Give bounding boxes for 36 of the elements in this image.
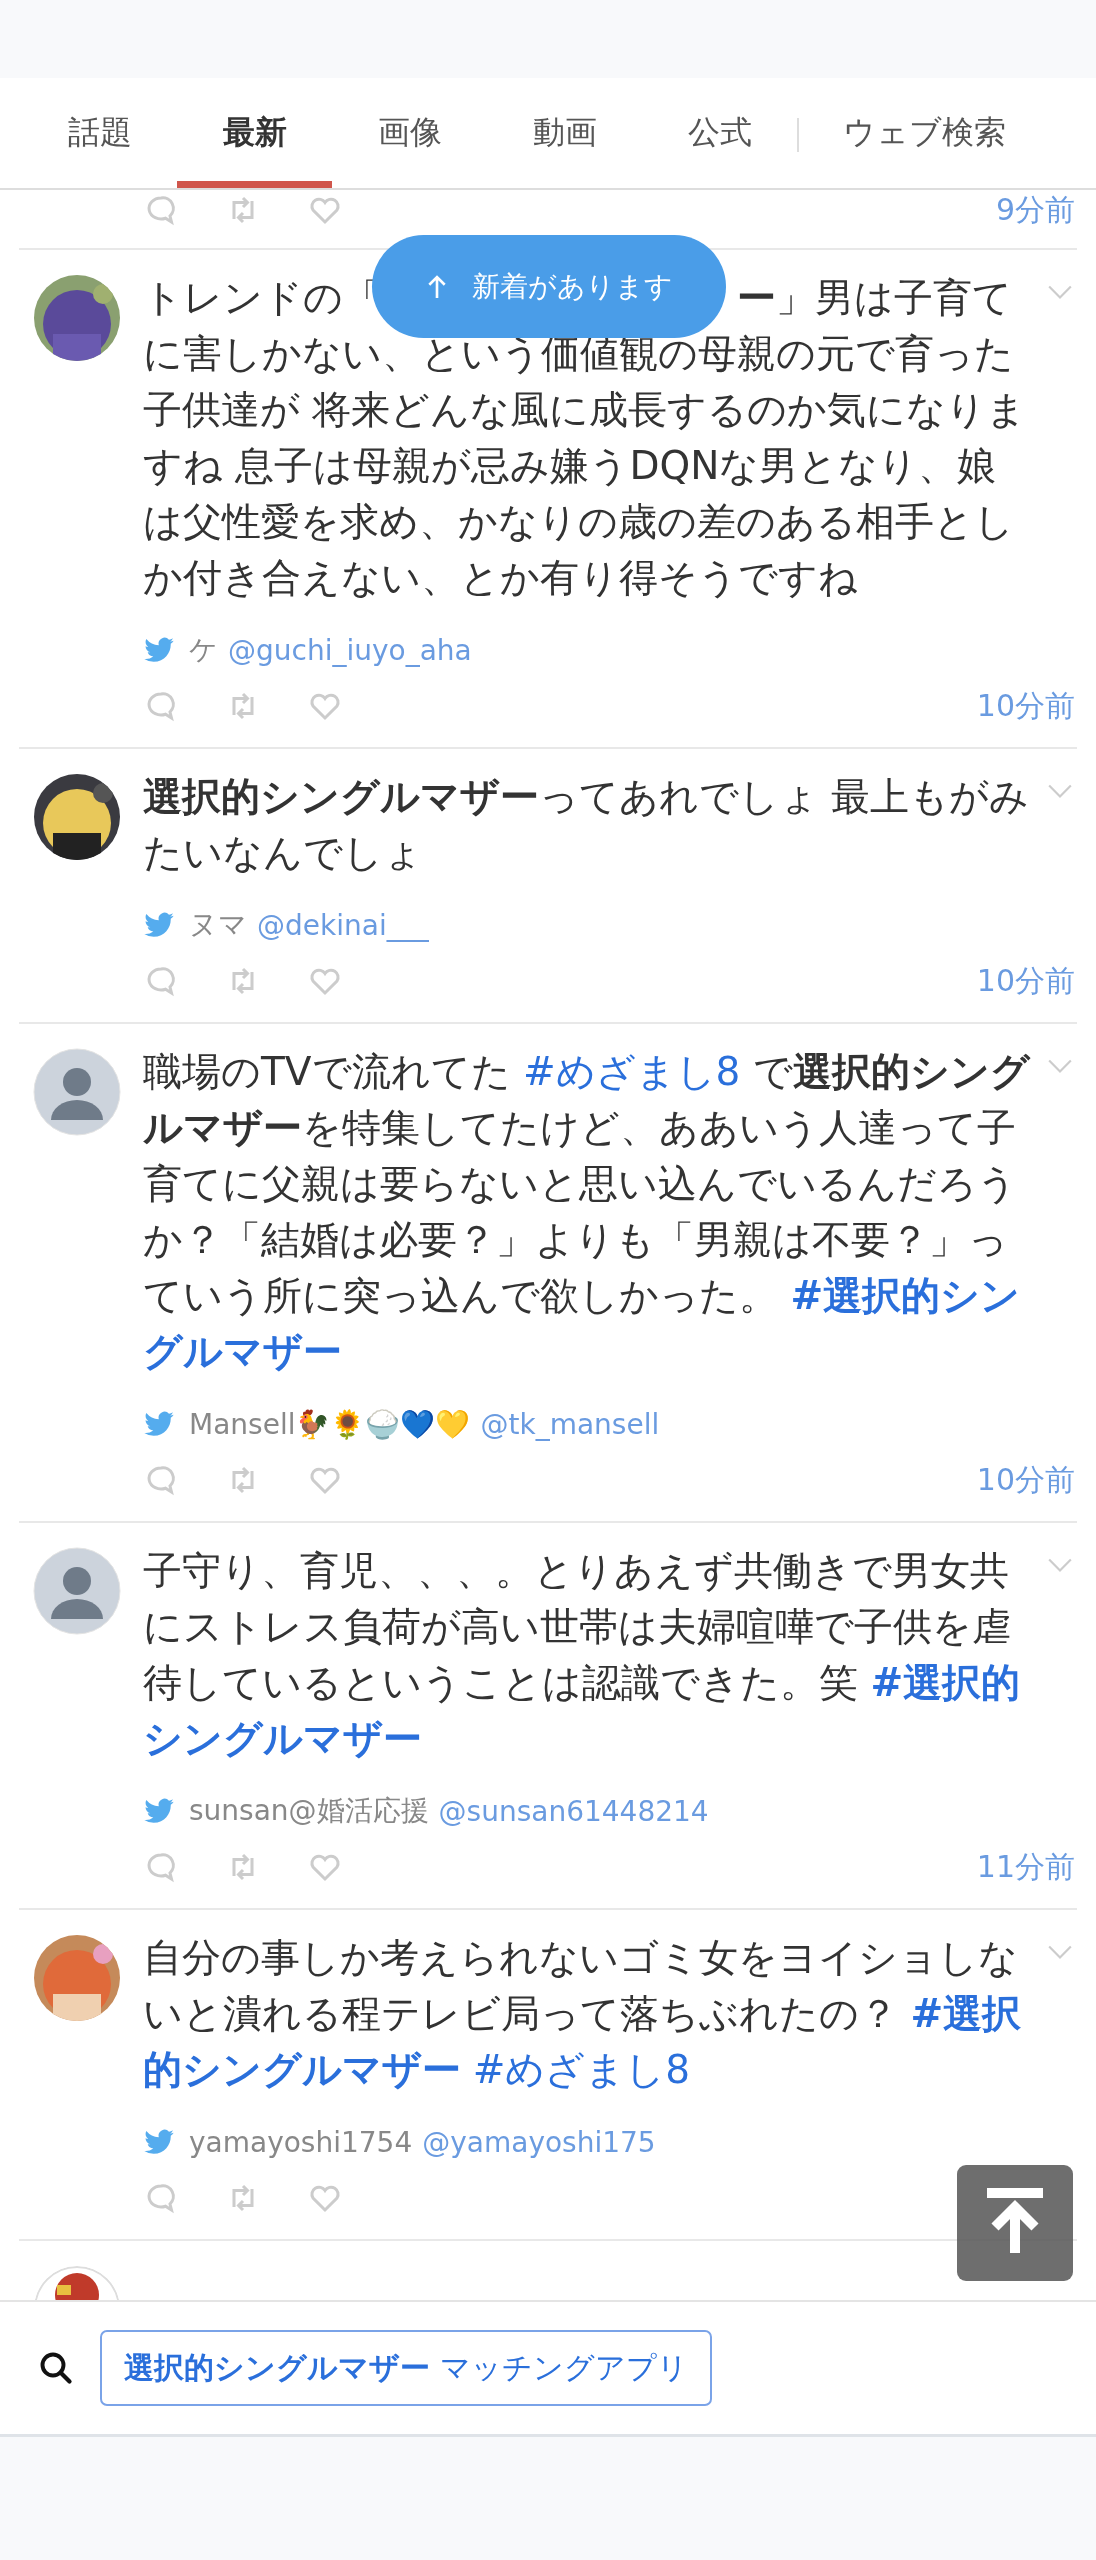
post-text: ー」男は子育て [737,274,1012,322]
search-icon[interactable] [38,2350,74,2386]
user-handle[interactable]: @dekinai___ [257,908,429,942]
tab[interactable]: 話題 [22,78,177,188]
chevron-down-icon[interactable] [1047,284,1073,300]
post-text: 職場のTVで流れてた #めざまし8 で選択的シングルマザーを特集してたけど、ああいう人達って子育てに父親は要らないと思い込んでいるんだろうか？「結婚は必要？」よりも「男親は不要？」っていう所に突っ込んで欲しかった。 #選択的シングルマザー [143,1048,1032,1376]
user-name: yamayoshi1754 [189,2125,413,2159]
tab[interactable]: 公式 [642,78,797,188]
post-text: 子守り、育児、、、。とりあえず共働きで男女共にストレス負荷が高い世帯は夫婦喧嘩で子供を虐待しているということは認識できた。笑 #選択的シングルマザー [143,1547,1022,1763]
user-handle[interactable]: @tk_mansell [480,1407,660,1441]
tab[interactable]: 最新 [177,78,332,188]
post-time[interactable]: 10分前 [976,685,1075,727]
user-name: sunsan@婚活応援 [189,1793,429,1829]
chevron-down-icon[interactable] [1047,783,1073,799]
post-time[interactable]: 10分前 [976,960,1075,1002]
post-text: 選択的シングルマザー ってあれでしょ 最上もがみたいなんでしょ [143,773,1031,877]
user-name: Mansell🐓🌻🍚💙💛 [189,1407,471,1441]
post-time[interactable]: 10分前 [976,1459,1075,1501]
user-name: ヌマ [189,907,247,943]
post-text: 自分の事しか考えられないゴミ女をヨイショしないと潰れる程テレビ局って落ちぶれたの？ #選択的シングルマザー #めざまし8 [143,1934,1023,2094]
post-time[interactable]: 11分前 [976,1846,1075,1888]
related-search-chip[interactable]: 選択的シングルマザー マッチングアプリ [100,2330,712,2406]
user-name: ケ [189,632,218,668]
user-handle[interactable]: @sunsan61448214 [438,1794,709,1828]
user-handle[interactable]: @guchi_iuyo_aha [228,633,472,667]
scroll-to-top-icon[interactable] [957,2165,1073,2281]
user-handle[interactable]: @yamayoshi175 [422,2125,656,2159]
chevron-down-icon[interactable] [1047,1944,1073,1960]
avatar-icon[interactable] [33,1048,121,1136]
tab[interactable]: 画像 [332,78,487,188]
tab[interactable]: ウェブ検索 [799,78,1049,188]
avatar-icon[interactable] [33,1547,121,1635]
chevron-down-icon[interactable] [1047,1058,1073,1074]
post-time[interactable]: 9分前 [995,190,1075,231]
tab[interactable]: 動画 [487,78,642,188]
chevron-down-icon[interactable] [1047,1557,1073,1573]
